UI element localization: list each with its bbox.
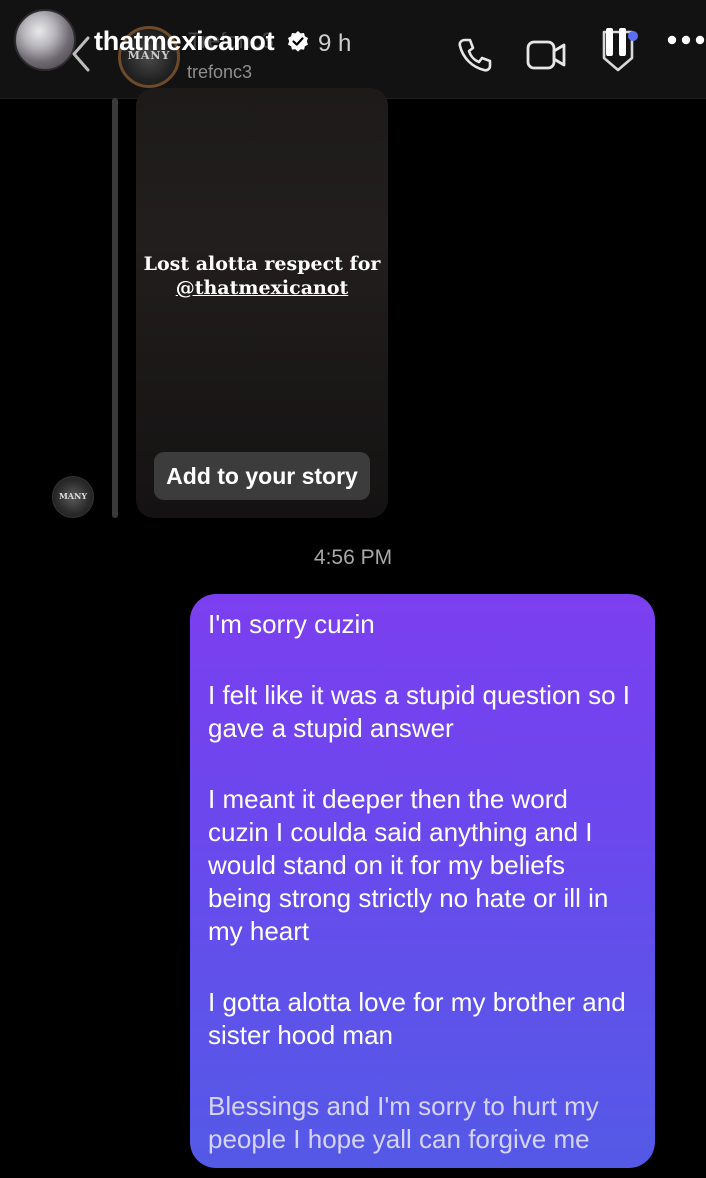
message-paragraph: I felt like it was a stupid question so …: [208, 680, 630, 743]
story-time: 9 h: [318, 30, 352, 57]
back-arrow-icon[interactable]: [70, 34, 92, 74]
story-mention[interactable]: @thatmexicanot: [136, 276, 388, 300]
message-paragraph: I'm sorry cuzin: [208, 609, 375, 639]
notification-dot-icon: [628, 31, 638, 41]
story-caption: Lost alotta respect for @thatmexicanot: [136, 252, 388, 300]
verified-badge-icon: [288, 31, 308, 52]
chat-header: MANY Trefonc3 thatmexicanot 9 h trefonc3: [0, 0, 706, 99]
reply-indicator-line: [112, 98, 118, 518]
message-paragraph: I meant it deeper then the word cuzin I …: [208, 784, 609, 946]
more-icon[interactable]: [664, 30, 706, 50]
story-author-avatar[interactable]: [14, 9, 76, 71]
outgoing-message-bubble[interactable]: I'm sorry cuzin I felt like it was a stu…: [190, 594, 655, 1168]
shared-story-card[interactable]: Lost alotta respect for @thatmexicanot A…: [136, 88, 388, 518]
story-username[interactable]: thatmexicanot: [94, 26, 275, 57]
video-call-icon[interactable]: [526, 36, 568, 74]
message-timestamp: 4:56 PM: [313, 546, 393, 569]
story-caption-line: Lost alotta respect for: [143, 253, 381, 275]
chat-handle: trefonc3: [187, 62, 253, 82]
message-paragraph: I gotta alotta love for my brother and s…: [208, 987, 626, 1050]
phone-icon[interactable]: [456, 36, 494, 74]
sender-avatar-label: MANY: [58, 491, 88, 501]
add-to-story-button[interactable]: Add to your story: [154, 452, 370, 500]
sender-avatar[interactable]: MANY: [52, 476, 94, 518]
message-paragraph: Blessings and I'm sorry to hurt my peopl…: [208, 1091, 599, 1154]
